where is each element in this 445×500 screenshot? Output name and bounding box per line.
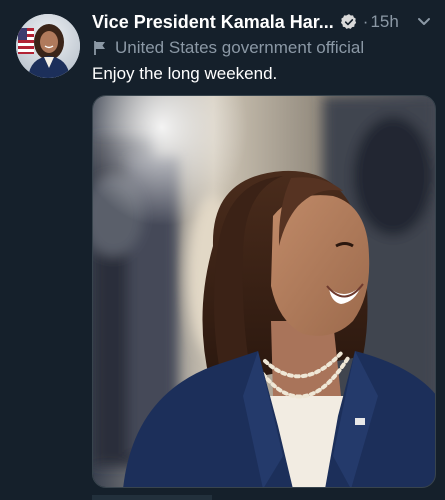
tweet-text: Enjoy the long weekend. <box>92 64 278 83</box>
avatar-image <box>16 14 80 78</box>
government-label[interactable]: United States government official <box>92 37 364 59</box>
separator-dot: · <box>362 12 369 31</box>
timestamp[interactable]: 15h <box>370 12 398 32</box>
flag-icon <box>92 40 108 56</box>
tweet-actions-partial <box>92 495 212 500</box>
more-chevron-icon[interactable] <box>411 8 437 34</box>
verified-badge-icon <box>340 13 358 31</box>
photo <box>93 96 435 487</box>
government-label-text: United States government official <box>115 38 365 57</box>
tweet-header: Vice President Kamala Har... · 15h <box>92 10 437 34</box>
tweet[interactable]: Vice President Kamala Har... · 15h Unite… <box>0 0 445 500</box>
author-name[interactable]: Vice President Kamala Har... <box>92 12 334 33</box>
avatar[interactable] <box>16 14 80 78</box>
tweet-media-image[interactable] <box>92 95 436 488</box>
